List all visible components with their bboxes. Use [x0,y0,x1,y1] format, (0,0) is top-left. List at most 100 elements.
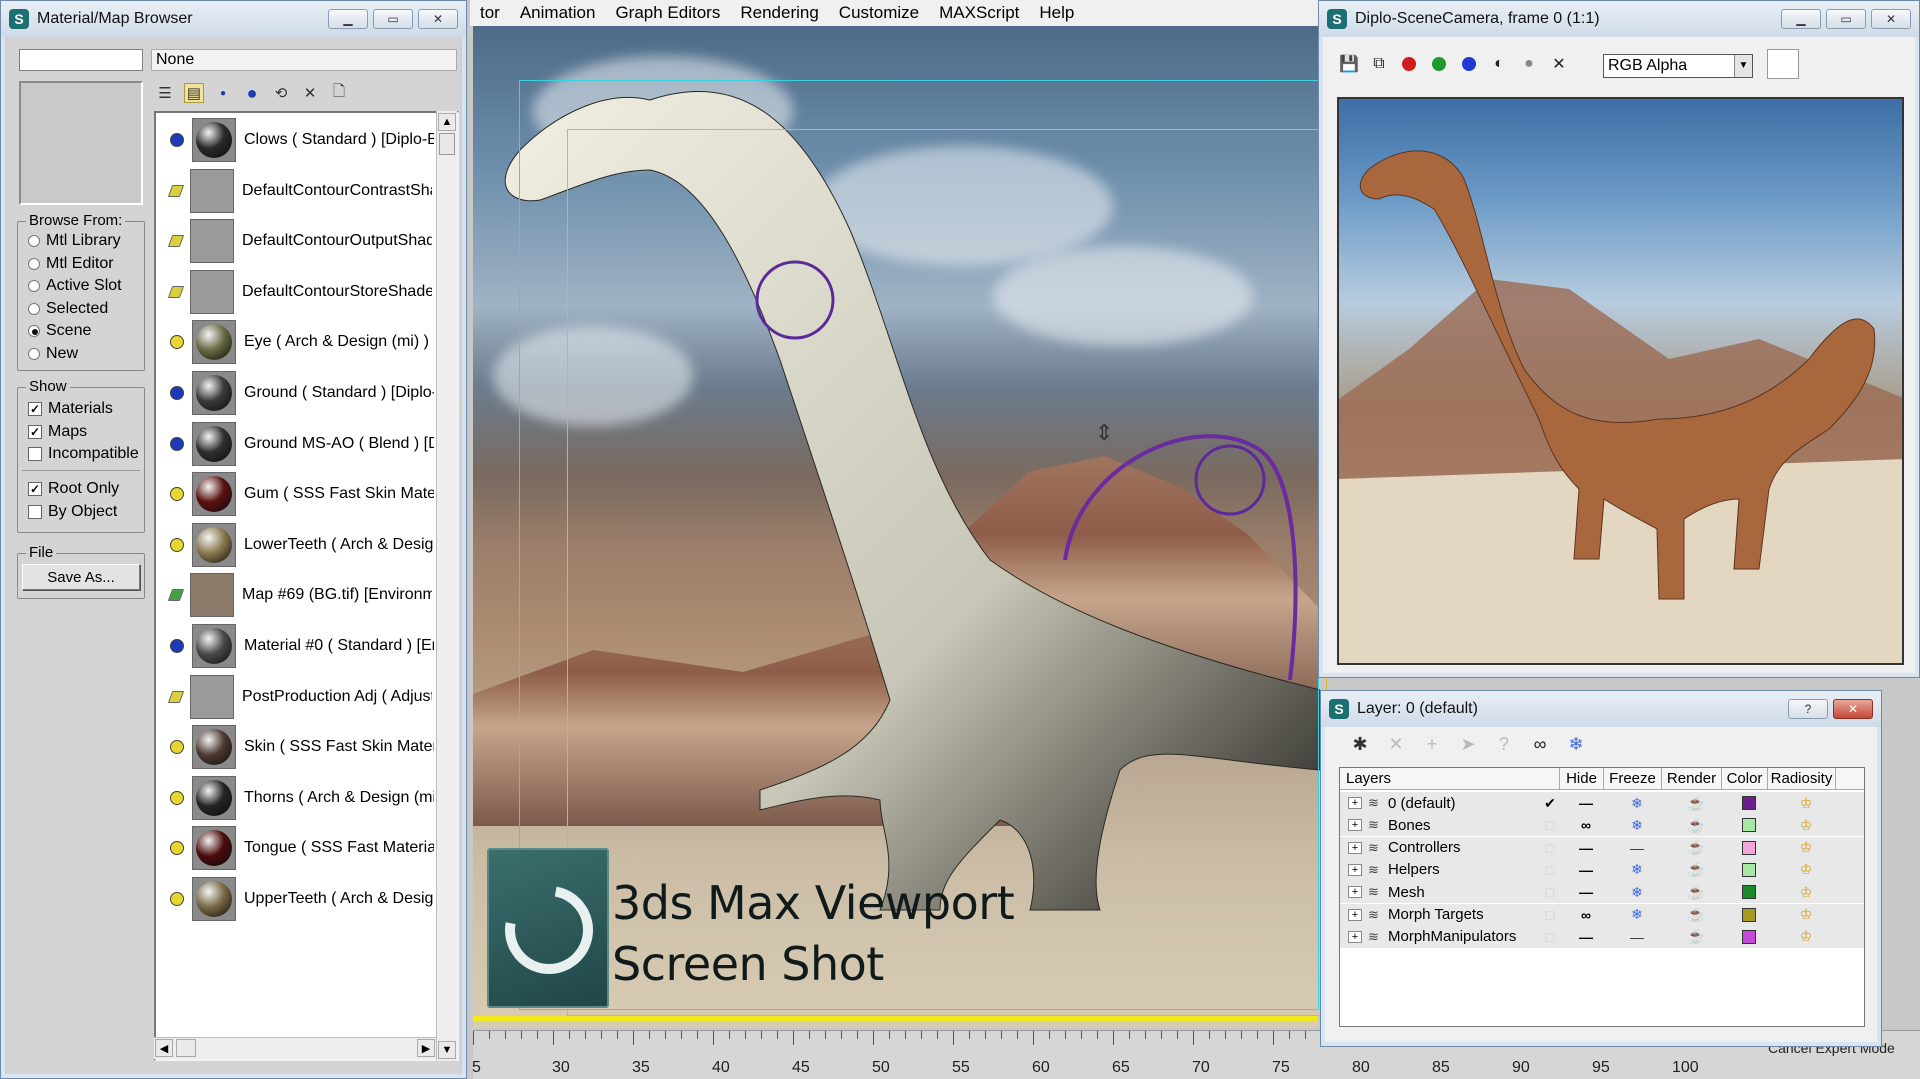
checkbox[interactable]: ✓ [28,482,42,496]
large-sphere-icon[interactable]: ● [242,83,262,103]
expand-icon[interactable]: + [1348,841,1362,854]
column-header-hide[interactable]: Hide [1560,768,1604,789]
radiosity-icon[interactable]: ♔ [1772,906,1840,923]
current-layer-box[interactable]: □ [1536,817,1564,833]
hide-toggle[interactable]: — [1564,884,1608,900]
clear-icon[interactable]: 🗋 [329,83,349,103]
current-layer-box[interactable]: □ [1536,884,1564,900]
minimize-button[interactable]: ▁ [1781,9,1821,29]
render-teapot-icon[interactable]: ☕ [1666,906,1726,923]
freeze-toggle[interactable]: — [1608,929,1666,945]
list-item[interactable]: UpperTeeth ( Arch & Design [156,874,436,924]
close-button[interactable]: ✕ [1833,699,1873,719]
list-item[interactable]: Clows ( Standard ) [Diplo-Ba [156,115,436,165]
titlebar[interactable]: S Layer: 0 (default) ? ✕ [1321,691,1881,727]
layer-color-swatch[interactable] [1742,796,1756,810]
freeze-icon[interactable]: ❄ [1608,906,1666,923]
create-layer-icon[interactable]: ✱ [1349,733,1371,755]
mono-icon[interactable]: ◐ [1487,52,1511,76]
browse-from-option[interactable]: Selected [28,300,108,318]
current-layer-box[interactable]: □ [1536,929,1564,945]
update-scene-icon[interactable]: ⟲ [271,83,291,103]
material-name-field[interactable] [19,49,143,71]
red-channel-icon[interactable] [1397,52,1421,76]
current-layer-box[interactable]: □ [1536,840,1564,856]
radiosity-icon[interactable]: ♔ [1772,861,1840,878]
save-as-button[interactable]: Save As... [22,564,140,590]
small-sphere-icon[interactable]: ● [213,83,233,103]
list-item[interactable]: Tongue ( SSS Fast Material [156,823,436,873]
close-button[interactable]: ✕ [418,9,458,29]
expand-icon[interactable]: + [1348,930,1362,943]
layer-row[interactable]: + ≋ Helpers □ — ❄ ☕ ♔ [1340,858,1864,881]
show-option[interactable]: ✓ Maps [28,423,87,441]
column-header-color[interactable]: Color [1722,768,1768,789]
layer-row[interactable]: + ≋ MorphManipulators □ — — ☕ ♔ [1340,925,1864,948]
freeze-icon[interactable]: ❄ [1608,861,1666,878]
render-teapot-icon[interactable]: ☕ [1666,884,1726,901]
checkbox[interactable]: ✓ [28,402,42,416]
layer-color-swatch[interactable] [1742,818,1756,833]
select-objects-icon[interactable]: ➤ [1457,733,1479,755]
color-swatch[interactable] [1767,49,1799,79]
material-list[interactable]: Clows ( Standard ) [Diplo-Ba DefaultConto… [154,111,459,1061]
checkbox[interactable] [28,504,42,519]
clone-icon[interactable]: ⧉ [1367,52,1391,76]
expand-icon[interactable]: + [1348,886,1362,899]
layer-row[interactable]: + ≋ Bones □ ∞ ❄ ☕ ♔ [1340,814,1864,837]
close-button[interactable]: ✕ [1871,9,1911,29]
freeze-all-icon[interactable]: ❄ [1565,733,1587,755]
column-header-freeze[interactable]: Freeze [1604,768,1662,789]
radio-button[interactable] [28,235,40,247]
browse-from-option[interactable]: Mtl Editor [28,255,114,273]
layer-color-swatch[interactable] [1742,907,1756,922]
current-layer-check-icon[interactable]: ✔ [1536,795,1564,812]
radio-button[interactable] [28,257,40,270]
browse-from-option[interactable]: Scene [28,322,91,340]
list-item[interactable]: Skin ( SSS Fast Skin Materi [156,722,436,772]
hide-icon[interactable]: ∞ [1564,817,1608,833]
list-item[interactable]: DefaultContourStoreShader [156,267,436,317]
radiosity-icon[interactable]: ♔ [1772,795,1840,812]
expand-icon[interactable]: + [1348,908,1362,921]
hide-toggle[interactable]: — [1564,862,1608,878]
save-icon[interactable]: 💾 [1337,52,1361,76]
scroll-left-arrow-icon[interactable]: ◀ [155,1039,173,1057]
view-list-icon[interactable]: ☰ [155,83,175,103]
show-option[interactable]: Incompatible [28,445,139,463]
list-item[interactable]: Map #69 (BG.tif) [Environme [156,570,436,620]
browse-from-option[interactable]: Mtl Library [28,232,121,250]
layer-color-cell[interactable] [1726,929,1772,944]
layer-color-swatch[interactable] [1742,929,1756,944]
radiosity-icon[interactable]: ♔ [1772,928,1840,945]
layer-color-cell[interactable] [1726,885,1772,900]
select-layer-icon[interactable]: ? [1493,733,1515,755]
layer-color-cell[interactable] [1726,862,1772,877]
hide-toggle[interactable]: — [1564,929,1608,945]
alpha-icon[interactable]: ● [1517,52,1541,76]
render-teapot-icon[interactable]: ☕ [1666,839,1726,856]
view-list-icons-icon[interactable]: ▤ [184,83,204,103]
layer-color-swatch[interactable] [1742,840,1756,855]
render-teapot-icon[interactable]: ☕ [1666,928,1726,945]
radio-button[interactable] [28,347,40,360]
list-item[interactable]: Ground ( Standard ) [Diplo-G [156,368,436,418]
list-item[interactable]: Ground MS-AO ( Blend ) [D [156,419,436,469]
list-item[interactable]: PostProduction Adj ( Adjustr [156,672,436,722]
render-teapot-icon[interactable]: ☕ [1666,817,1726,834]
browse-from-option[interactable]: Active Slot [28,277,122,295]
maximize-button[interactable]: ▭ [373,9,413,29]
delete-icon[interactable]: ✕ [300,83,320,103]
help-button[interactable]: ? [1788,699,1828,719]
radiosity-icon[interactable]: ♔ [1772,884,1840,901]
radio-button[interactable] [28,325,40,337]
scroll-up-arrow-icon[interactable]: ▲ [438,113,456,131]
expand-icon[interactable]: + [1348,797,1362,809]
browse-from-option[interactable]: New [28,345,78,363]
radio-button[interactable] [28,280,40,292]
column-header-render[interactable]: Render [1662,768,1722,789]
selected-material-field[interactable]: None [151,49,457,71]
list-item[interactable]: LowerTeeth ( Arch & Design [156,520,436,570]
scroll-down-arrow-icon[interactable]: ▼ [438,1041,456,1059]
radio-button[interactable] [28,302,40,315]
